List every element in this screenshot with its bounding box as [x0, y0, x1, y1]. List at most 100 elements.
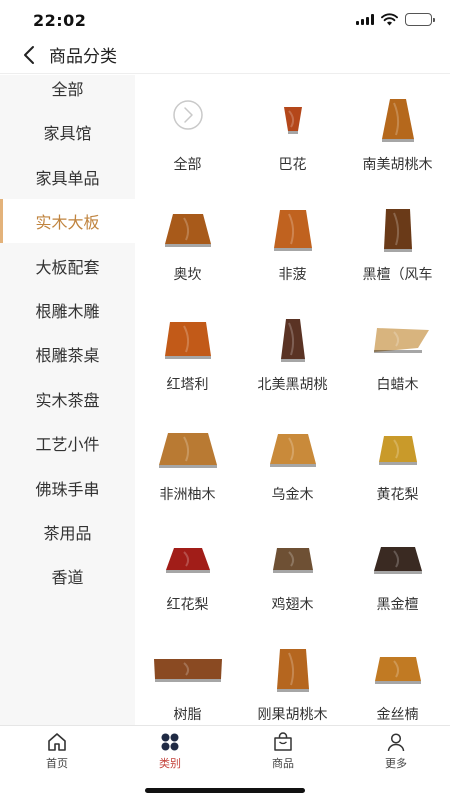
person-icon [387, 733, 405, 752]
category-sidebar: 全部 家具馆 家具单品 实木大板 大板配套 根雕木雕 根雕茶桌 实木茶盘 工艺小件 佛珠手串 茶用品… [0, 75, 135, 725]
wood-slab-icon [374, 547, 422, 574]
category-label: 北美黑胡桃 [257, 377, 328, 393]
category-label: 红花梨 [166, 597, 209, 613]
sidebar-item[interactable]: 实木大板 [0, 199, 135, 244]
wood-slab-icon [154, 659, 222, 682]
category-thumb [257, 313, 329, 365]
category-cell[interactable]: 北美黑胡桃 [240, 295, 345, 405]
tab-home[interactable]: 首页 [27, 732, 87, 772]
battery-icon [405, 13, 435, 26]
status-time: 22:02 [33, 11, 87, 30]
category-thumb [152, 643, 224, 695]
category-cell[interactable]: 黄花梨 [345, 405, 450, 515]
category-thumb [152, 93, 224, 145]
sidebar-item[interactable]: 全部 [0, 75, 135, 110]
back-button[interactable] [16, 40, 42, 70]
category-cell[interactable]: 鸡翅木 [240, 515, 345, 625]
category-cell[interactable]: 非菠 [240, 185, 345, 295]
category-label: 黄花梨 [376, 487, 419, 503]
sidebar-item[interactable]: 家具单品 [0, 155, 135, 199]
category-cell[interactable]: 巴花 [240, 75, 345, 185]
wood-slab-icon [165, 214, 211, 247]
category-thumb [362, 533, 434, 585]
category-cell[interactable]: 非洲柚木 [135, 405, 240, 515]
category-label: 全部 [173, 157, 202, 173]
nav-header: 商品分类 [0, 36, 450, 74]
wood-slab-icon [382, 99, 414, 142]
tab-products[interactable]: 商品 [253, 732, 313, 772]
sidebar-item[interactable]: 大板配套 [0, 244, 135, 288]
tab-category[interactable]: 类别 [140, 732, 200, 772]
category-thumb [362, 93, 434, 145]
category-thumb [257, 643, 329, 695]
chevron-left-icon [24, 46, 34, 64]
category-cell[interactable]: 红塔利 [135, 295, 240, 405]
category-label: 金丝楠 [376, 707, 419, 723]
category-thumb [362, 643, 434, 695]
sidebar-item[interactable]: 家具馆 [0, 110, 135, 154]
wood-slab-icon [384, 209, 412, 252]
wood-slab-icon [281, 319, 305, 362]
category-cell[interactable]: 刚果胡桃木 [240, 625, 345, 725]
sidebar-item[interactable]: 香道 [0, 554, 135, 598]
category-thumb [362, 423, 434, 475]
category-thumb [362, 203, 434, 255]
category-thumb [152, 203, 224, 255]
category-cell[interactable]: 黑金檀 [345, 515, 450, 625]
category-label: 刚果胡桃木 [257, 707, 328, 723]
category-label: 非菠 [278, 267, 307, 283]
category-cell[interactable]: 树脂 [135, 625, 240, 725]
subcategory-grid: 全部 巴花 南美胡桃木奥坎 非菠 黑檀（风车红塔利 北美黑胡桃 白蜡木非洲柚木 乌金木 黄花梨红… [135, 75, 450, 725]
chevron-circle-icon [173, 100, 203, 130]
category-cell[interactable]: 黑檀（风车 [345, 185, 450, 295]
category-thumb [152, 423, 224, 475]
category-thumb [152, 533, 224, 585]
sidebar-item[interactable]: 根雕茶桌 [0, 332, 135, 376]
wood-slab-icon [270, 434, 316, 467]
category-cell[interactable]: 奥坎 [135, 185, 240, 295]
cellular-signal-icon [356, 14, 374, 25]
wood-slab-icon [166, 548, 210, 573]
tab-more-label: 更多 [385, 757, 407, 770]
wood-slab-icon [277, 649, 309, 692]
category-cell[interactable]: 白蜡木 [345, 295, 450, 405]
category-thumb [257, 533, 329, 585]
category-icon [161, 733, 179, 751]
category-label: 奥坎 [173, 267, 202, 283]
wood-slab-icon [379, 436, 417, 465]
category-label: 巴花 [278, 157, 307, 173]
tab-products-label: 商品 [272, 757, 294, 770]
category-thumb [152, 313, 224, 365]
wood-slab-icon [274, 210, 312, 251]
category-cell[interactable]: 红花梨 [135, 515, 240, 625]
category-thumb [362, 313, 434, 365]
wood-slab-icon [284, 107, 302, 134]
category-cell[interactable]: 金丝楠 [345, 625, 450, 725]
tab-home-label: 首页 [46, 757, 68, 770]
wood-slab-icon [159, 433, 217, 468]
category-thumb [257, 203, 329, 255]
category-thumb [257, 93, 329, 145]
wifi-icon [381, 13, 398, 26]
category-cell[interactable]: 乌金木 [240, 405, 345, 515]
tab-more[interactable]: 更多 [366, 732, 426, 772]
shopping-bag-icon [274, 732, 292, 751]
category-label: 鸡翅木 [271, 597, 314, 613]
sidebar-item[interactable]: 茶用品 [0, 510, 135, 554]
category-label: 黑檀（风车 [362, 267, 433, 283]
category-cell[interactable]: 南美胡桃木 [345, 75, 450, 185]
status-bar: 22:02 [0, 0, 450, 40]
category-label: 黑金檀 [376, 597, 419, 613]
tab-category-label: 类别 [159, 757, 181, 770]
category-thumb [257, 423, 329, 475]
category-label: 南美胡桃木 [362, 157, 433, 173]
sidebar-item[interactable]: 工艺小件 [0, 421, 135, 465]
sidebar-item[interactable]: 实木茶盘 [0, 377, 135, 421]
category-cell[interactable]: 全部 [135, 75, 240, 185]
home-icon [48, 733, 66, 751]
sidebar-item[interactable]: 佛珠手串 [0, 466, 135, 510]
wood-slab-icon [165, 322, 211, 359]
status-icons [356, 13, 435, 26]
category-label: 白蜡木 [376, 377, 419, 393]
sidebar-item[interactable]: 根雕木雕 [0, 288, 135, 332]
